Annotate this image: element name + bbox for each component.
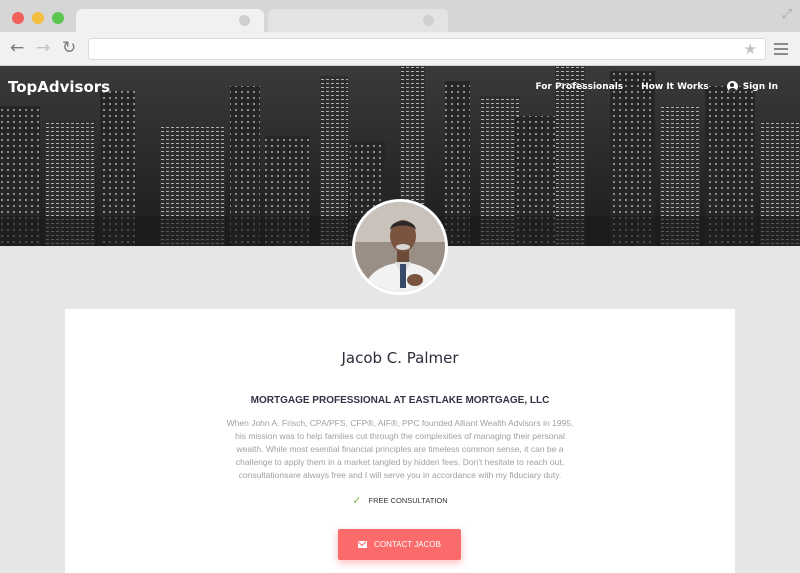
top-navigation: For Professionals How It Works Sign In [517,81,778,92]
address-bar[interactable]: ★ [88,38,766,60]
advisor-avatar [352,199,448,295]
profile-card: Jacob C. Palmer MORTGAGE PROFESSIONAL AT… [65,309,735,573]
browser-tab-inactive[interactable] [268,9,448,32]
minimize-window-button[interactable] [32,12,44,24]
checkmark-icon: ✓ [352,494,362,507]
back-arrow-icon[interactable]: ← [10,38,24,58]
contact-button-label: CONTACT JACOB [374,540,441,549]
browser-toolbar: ← → ↻ ★ [0,32,800,66]
brand-logo[interactable]: TopAdvisors [8,78,110,96]
forward-arrow-icon[interactable]: → [36,38,50,58]
browser-menu-icon[interactable] [774,43,788,58]
advisor-name: Jacob C. Palmer [341,349,459,367]
browser-tab-active[interactable] [76,9,264,32]
tab-close-icon[interactable] [239,15,250,26]
bookmark-star-icon[interactable]: ★ [744,40,757,58]
reload-icon[interactable]: ↻ [62,38,76,58]
advisor-title: MORTGAGE PROFESSIONAL AT EASTLAKE MORTGA… [250,395,550,406]
fullscreen-icon[interactable]: ⤢ [782,6,792,22]
maximize-window-button[interactable] [52,12,64,24]
browser-titlebar: ⤢ [0,0,800,32]
free-consultation-label: FREE CONSULTATION [368,496,448,505]
nav-how-it-works[interactable]: How It Works [641,82,709,92]
sign-in-link[interactable]: Sign In [726,81,778,92]
contact-button[interactable]: CONTACT JACOB [338,529,461,560]
tab-close-icon[interactable] [423,15,434,26]
nav-for-professionals[interactable]: For Professionals [535,82,623,92]
browser-chrome: ⤢ ← → ↻ ★ [0,0,800,66]
free-consultation-badge: ✓ FREE CONSULTATION [65,494,735,507]
sign-in-label: Sign In [742,81,778,92]
user-icon [726,81,738,92]
envelope-icon [358,541,368,548]
close-window-button[interactable] [12,12,24,24]
advisor-bio: When John A. Frisch, CPA/PFS, CFP®, AIF®… [226,418,574,480]
